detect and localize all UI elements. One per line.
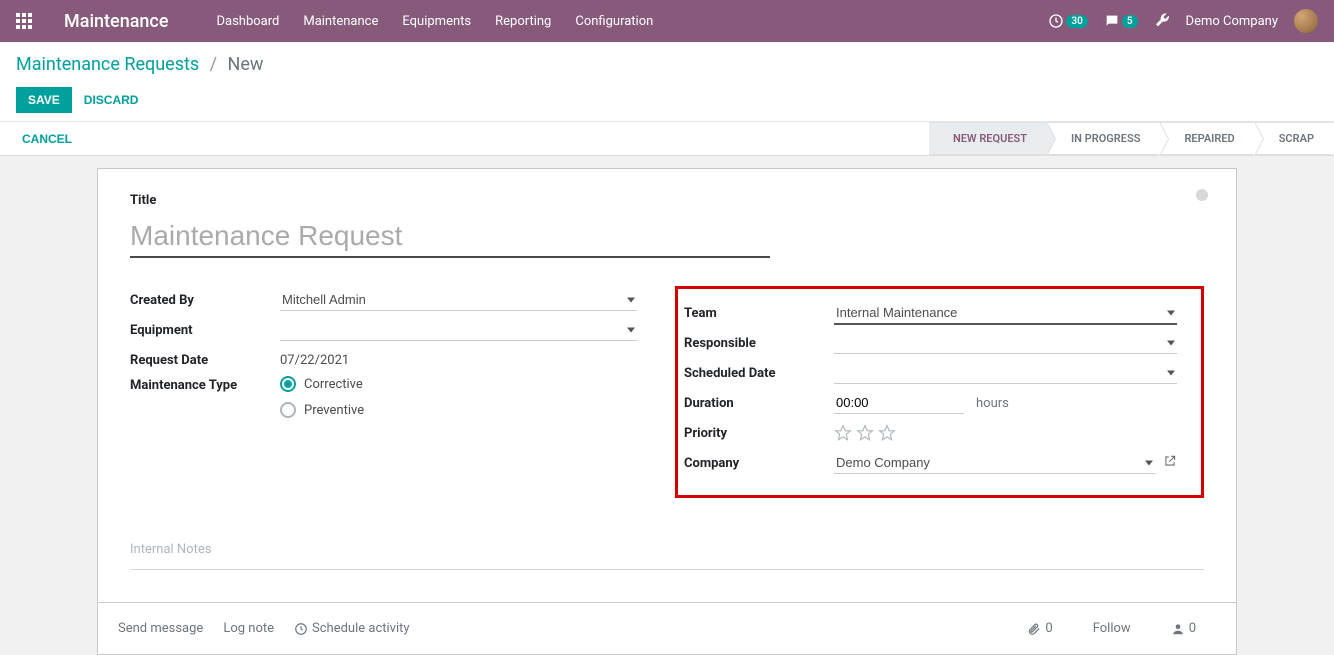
schedule-activity-button[interactable]: Schedule activity <box>294 621 410 636</box>
cp-buttons: Save Discard <box>16 87 1318 113</box>
chat-icon <box>1104 13 1120 29</box>
follow-button[interactable]: Follow <box>1093 621 1131 636</box>
activities-count: 30 <box>1066 15 1087 28</box>
radio-corrective-label: Corrective <box>304 377 363 392</box>
maintenance-type-label: Maintenance Type <box>130 376 280 393</box>
company-label: Company <box>684 456 834 471</box>
duration-label: Duration <box>684 396 834 411</box>
send-message-button[interactable]: Send message <box>118 621 203 636</box>
chatter: Send message Log note Schedule activity … <box>97 603 1237 655</box>
statusbar-row: Cancel NEW REQUEST IN PROGRESS REPAIRED … <box>0 122 1334 156</box>
request-date-value: 07/22/2021 <box>280 350 637 371</box>
form-col-left: Created By Equipment Request Date <box>130 286 667 498</box>
navbar: Maintenance Dashboard Maintenance Equipm… <box>0 0 1334 42</box>
nav-right: 30 5 Demo Company <box>1048 9 1318 33</box>
company-input[interactable] <box>834 452 1155 474</box>
duration-unit: hours <box>976 396 1009 411</box>
nav-dashboard[interactable]: Dashboard <box>216 14 279 29</box>
messages-count: 5 <box>1122 15 1138 28</box>
form-wrap: Title Created By Equipment <box>0 156 1334 655</box>
paperclip-icon <box>1027 622 1041 636</box>
user-icon <box>1171 622 1185 636</box>
star-icon[interactable] <box>856 424 874 442</box>
status-in-progress[interactable]: IN PROGRESS <box>1047 122 1160 155</box>
radio-corrective[interactable]: Corrective <box>280 376 637 392</box>
nav-configuration[interactable]: Configuration <box>575 14 653 29</box>
form-col-right: Team Responsible Sch <box>667 286 1204 498</box>
radio-dot-icon <box>280 402 296 418</box>
avatar[interactable] <box>1294 9 1318 33</box>
request-date-label: Request Date <box>130 353 280 368</box>
highlight-box: Team Responsible Sch <box>675 286 1204 498</box>
attachments-count: 0 <box>1045 621 1052 636</box>
radio-dot-icon <box>280 376 296 392</box>
team-label: Team <box>684 306 834 321</box>
nav-maintenance[interactable]: Maintenance <box>303 14 378 29</box>
priority-stars <box>834 424 1177 442</box>
form-sheet: Title Created By Equipment <box>97 168 1237 603</box>
clock-icon <box>1048 13 1064 29</box>
log-note-button[interactable]: Log note <box>223 621 274 636</box>
team-input[interactable] <box>834 302 1177 325</box>
control-panel: Maintenance Requests / New Save Discard <box>0 42 1334 122</box>
messages-button[interactable]: 5 <box>1104 13 1138 29</box>
responsible-input[interactable] <box>834 332 1177 354</box>
breadcrumb-sep: / <box>210 54 217 75</box>
radio-preventive-label: Preventive <box>304 403 364 418</box>
breadcrumb-current: New <box>228 54 264 75</box>
attachments-button[interactable]: 0 <box>1027 621 1052 636</box>
external-link-button[interactable] <box>1163 454 1177 472</box>
created-by-label: Created By <box>130 293 280 308</box>
company-switcher[interactable]: Demo Company <box>1186 14 1278 29</box>
app-brand[interactable]: Maintenance <box>64 11 168 32</box>
debug-icon[interactable] <box>1154 11 1170 31</box>
equipment-input[interactable] <box>280 319 637 341</box>
wrench-icon <box>1154 11 1170 27</box>
scheduled-date-input[interactable] <box>834 362 1177 384</box>
star-icon[interactable] <box>878 424 896 442</box>
priority-label: Priority <box>684 426 834 441</box>
internal-notes-input[interactable]: Internal Notes <box>130 534 1204 570</box>
status-repaired[interactable]: REPAIRED <box>1160 122 1254 155</box>
status-new-request[interactable]: NEW REQUEST <box>929 122 1047 155</box>
nav-equipments[interactable]: Equipments <box>402 14 471 29</box>
nav-links: Dashboard Maintenance Equipments Reporti… <box>216 14 653 29</box>
created-by-input[interactable] <box>280 289 637 311</box>
save-button[interactable]: Save <box>16 87 72 113</box>
cancel-button[interactable]: Cancel <box>22 132 72 146</box>
breadcrumb-parent[interactable]: Maintenance Requests <box>16 54 199 75</box>
equipment-label: Equipment <box>130 323 280 338</box>
star-icon[interactable] <box>834 424 852 442</box>
status-steps: NEW REQUEST IN PROGRESS REPAIRED SCRAP <box>929 122 1334 155</box>
title-input[interactable] <box>130 218 770 258</box>
followers-button[interactable]: 0 <box>1171 621 1196 636</box>
breadcrumb: Maintenance Requests / New <box>16 54 1318 75</box>
apps-icon[interactable] <box>16 13 32 29</box>
clock-icon <box>294 622 308 636</box>
scheduled-date-label: Scheduled Date <box>684 366 834 381</box>
radio-preventive[interactable]: Preventive <box>280 402 637 418</box>
duration-input[interactable] <box>834 392 964 414</box>
external-link-icon <box>1163 454 1177 468</box>
form-columns: Created By Equipment Request Date <box>130 286 1204 498</box>
discard-button[interactable]: Discard <box>84 93 139 107</box>
title-label: Title <box>130 193 1204 208</box>
responsible-label: Responsible <box>684 336 834 351</box>
followers-count: 0 <box>1189 621 1196 636</box>
status-scrap[interactable]: SCRAP <box>1255 122 1334 155</box>
nav-reporting[interactable]: Reporting <box>495 14 551 29</box>
activities-button[interactable]: 30 <box>1048 13 1087 29</box>
kanban-state-dot[interactable] <box>1196 189 1208 201</box>
